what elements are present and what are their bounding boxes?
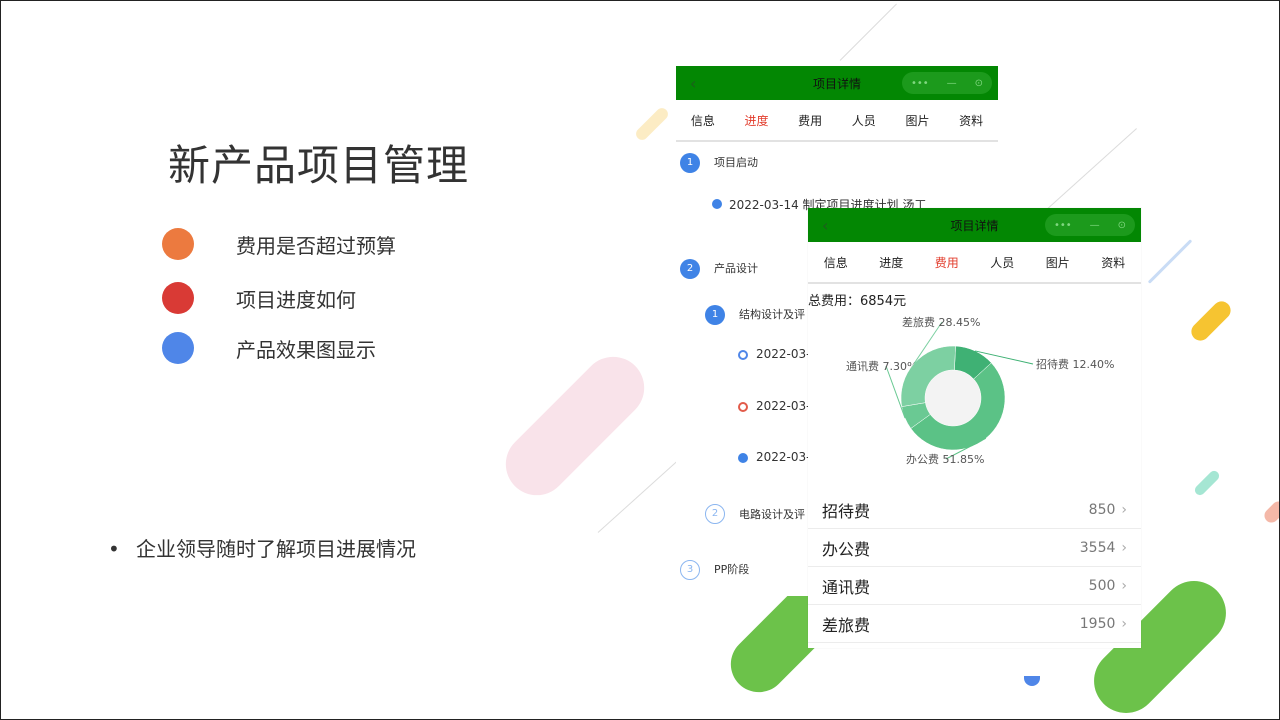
cost-list: 招待费 850 › 办公费 3554 › 通讯费 500 › 差旅费 1950 › xyxy=(808,491,1141,643)
cost-value: 850 xyxy=(1088,501,1116,518)
note-bullet: • xyxy=(108,537,120,561)
cost-screen: ‹ 项目详情 ••• — ⊙ 信息 进度 费用 人员 图片 资料 总费用：685… xyxy=(808,208,1141,648)
bullet-item: 费用是否超过预算 xyxy=(162,228,396,260)
close-icon[interactable]: ⊙ xyxy=(1118,220,1126,231)
stage-number: 3 xyxy=(680,560,700,580)
cost-value: 3554 xyxy=(1079,539,1116,556)
list-item[interactable]: 招待费 850 › xyxy=(808,491,1141,529)
list-item[interactable]: 办公费 3554 › xyxy=(808,529,1141,567)
decor-yellow-pill xyxy=(633,105,671,143)
list-item[interactable]: 通讯费 500 › xyxy=(808,567,1141,605)
cost-name: 办公费 xyxy=(822,539,871,559)
bullet-dot xyxy=(162,332,194,364)
decor-blue-line xyxy=(1147,239,1193,284)
stage-number: 1 xyxy=(680,153,700,173)
tab-people[interactable]: 人员 xyxy=(990,254,1014,271)
bullet-item: 项目进度如何 xyxy=(162,282,356,314)
nav-title: 项目详情 xyxy=(950,218,999,233)
substep-number: 1 xyxy=(705,305,725,325)
decor-line xyxy=(1039,128,1137,216)
tab-people[interactable]: 人员 xyxy=(852,112,876,129)
timeline-dot xyxy=(712,199,722,209)
pie-label: 招待费 12.40% xyxy=(1036,357,1114,371)
timeline-dot xyxy=(738,453,748,463)
decor-line xyxy=(839,3,897,61)
donut-svg: 招待费 12.40% 办公费 51.85% 通讯费 7.30% 差旅费 28.45% xyxy=(846,315,1114,466)
nav-title: 项目详情 xyxy=(812,76,861,91)
cost-value: 1950 xyxy=(1079,615,1116,632)
tab-documents[interactable]: 资料 xyxy=(959,112,983,129)
stage-label: 项目启动 xyxy=(714,156,758,169)
minimize-icon[interactable]: — xyxy=(1090,220,1100,231)
tab-info[interactable]: 信息 xyxy=(824,254,848,271)
cost-name: 差旅费 xyxy=(822,615,871,635)
stage-label: 产品设计 xyxy=(714,262,758,275)
more-icon[interactable]: ••• xyxy=(1054,220,1072,231)
list-item[interactable]: 差旅费 1950 › xyxy=(808,605,1141,643)
tab-cost[interactable]: 费用 xyxy=(935,254,959,271)
tab-info[interactable]: 信息 xyxy=(691,112,715,129)
donut-center xyxy=(925,370,981,426)
decor-pink-pill xyxy=(492,343,658,509)
timeline-event: 2022-03- xyxy=(756,450,811,464)
chevron-right-icon: › xyxy=(1121,615,1127,632)
total-cost: 总费用：6854元 xyxy=(808,294,907,309)
nav-bar: ‹ 项目详情 ••• — ⊙ xyxy=(676,66,998,100)
tab-progress[interactable]: 进度 xyxy=(879,254,903,271)
tab-progress[interactable]: 进度 xyxy=(744,112,768,129)
bullet-dot xyxy=(162,228,194,260)
chevron-right-icon: › xyxy=(1121,501,1127,518)
pie-label: 办公费 51.85% xyxy=(906,453,984,466)
decor-peach-pill xyxy=(1261,498,1280,526)
decor-yellow-pill xyxy=(1187,297,1235,345)
bullet-text: 费用是否超过预算 xyxy=(236,233,396,258)
timeline-event: 2022-03- xyxy=(756,399,811,413)
timeline-dot xyxy=(738,402,748,412)
minimize-icon[interactable]: — xyxy=(947,78,957,89)
timeline-event: 2022-03- xyxy=(756,347,811,361)
more-icon[interactable]: ••• xyxy=(911,78,929,89)
bullet-text: 产品效果图显示 xyxy=(236,337,376,362)
slide-note: • 企业领导随时了解项目进展情况 xyxy=(108,533,416,562)
close-icon[interactable]: ⊙ xyxy=(975,78,983,89)
decor-line xyxy=(597,458,681,533)
substep-label: 结构设计及评 xyxy=(739,308,805,321)
stage-number: 2 xyxy=(680,259,700,279)
tab-cost[interactable]: 费用 xyxy=(798,112,822,129)
back-icon[interactable]: ‹ xyxy=(822,216,828,235)
slide-title: 新产品项目管理 xyxy=(168,141,470,190)
mini-program-capsule: ••• — ⊙ xyxy=(1045,214,1135,236)
substep-label: 电路设计及评 xyxy=(739,508,805,521)
decor-blue-dot xyxy=(1024,676,1040,686)
note-text: 企业领导随时了解项目进展情况 xyxy=(136,537,416,561)
decor-mint-pill xyxy=(1192,468,1222,498)
tab-bar: 信息 进度 费用 人员 图片 资料 xyxy=(808,242,1141,284)
cost-donut-chart: 招待费 12.40% 办公费 51.85% 通讯费 7.30% 差旅费 28.45% xyxy=(808,308,1141,488)
bullet-dot xyxy=(162,282,194,314)
bullet-text: 项目进度如何 xyxy=(236,287,356,312)
tab-images[interactable]: 图片 xyxy=(1046,254,1070,271)
chevron-right-icon: › xyxy=(1121,577,1127,594)
cost-name: 通讯费 xyxy=(822,577,871,597)
tab-documents[interactable]: 资料 xyxy=(1101,254,1125,271)
bullet-item: 产品效果图显示 xyxy=(162,332,376,364)
chevron-right-icon: › xyxy=(1121,539,1127,556)
pie-label: 通讯费 7.30% xyxy=(846,360,917,373)
cost-name: 招待费 xyxy=(822,501,871,521)
substep-number: 2 xyxy=(705,504,725,524)
stage-label: PP阶段 xyxy=(714,563,750,576)
back-icon[interactable]: ‹ xyxy=(690,74,696,93)
tab-images[interactable]: 图片 xyxy=(905,112,929,129)
mini-program-capsule: ••• — ⊙ xyxy=(902,72,992,94)
pie-label: 差旅费 28.45% xyxy=(902,315,980,329)
tab-bar: 信息 进度 费用 人员 图片 资料 xyxy=(676,100,998,142)
nav-bar: ‹ 项目详情 ••• — ⊙ xyxy=(808,208,1141,242)
cost-value: 500 xyxy=(1088,577,1116,594)
timeline-dot xyxy=(738,350,748,360)
